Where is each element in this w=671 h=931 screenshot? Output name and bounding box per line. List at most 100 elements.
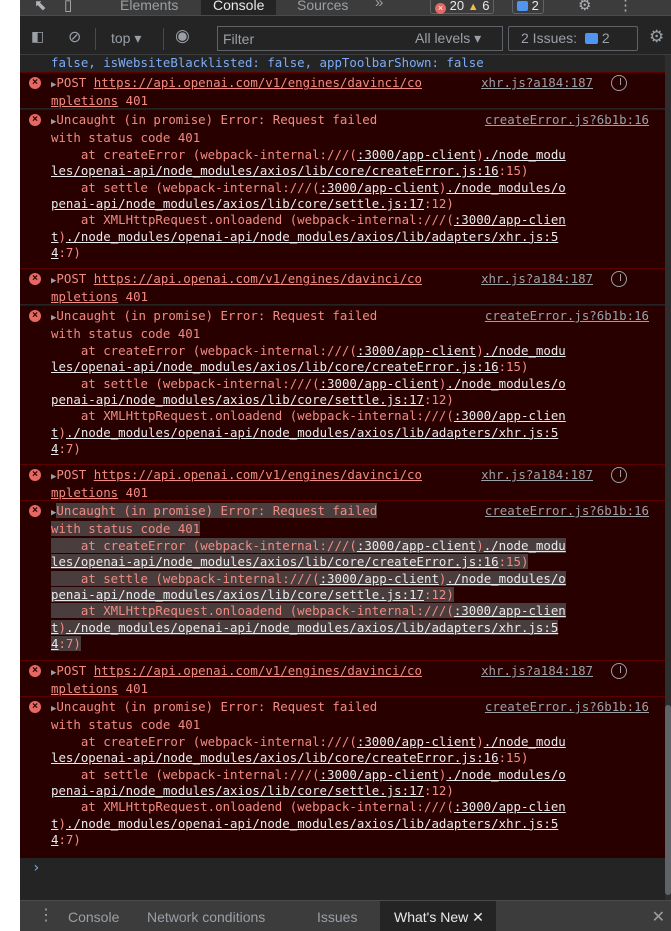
network-request-icon[interactable] <box>611 271 627 287</box>
stack-frame-path[interactable]: ./node_modules/o <box>446 376 565 391</box>
context-selector[interactable]: top ▾ <box>111 30 141 47</box>
source-link[interactable]: xhr.js?a184:187 <box>481 663 593 679</box>
source-link[interactable]: xhr.js?a184:187 <box>481 75 593 91</box>
stack-frame-host[interactable]: :3000/app-client <box>357 538 476 553</box>
source-link[interactable]: createError.js?6b1b:16 <box>485 699 649 715</box>
stack-frame-prefix: at XMLHttpRequest.onloadend (webpack-int… <box>51 603 454 619</box>
stack-frame-path[interactable]: ./node_modules/openai-api/node_modules/a… <box>66 229 558 244</box>
uncaught-error-message[interactable]: × ▶Uncaught (in promise) Error: Request f… <box>20 500 665 662</box>
close-drawer-icon[interactable]: ✕ <box>652 907 665 927</box>
stack-frame-path-cont[interactable]: les/openai-api/node_modules/axios/lib/co… <box>51 163 499 178</box>
more-tabs-icon[interactable]: » <box>375 0 383 11</box>
stack-frame-path[interactable]: ./node_modules/openai-api/node_modules/a… <box>66 816 558 831</box>
request-url-cont[interactable]: mpletions <box>51 485 118 500</box>
error-icon: × <box>29 469 41 481</box>
stack-frame-path[interactable]: ./node_modu <box>484 147 566 162</box>
stack-frame-prefix: at settle (webpack-internal:///( <box>51 570 320 586</box>
error-icon: × <box>29 701 41 713</box>
uncaught-error-message[interactable]: × ▶Uncaught (in promise) Error: Request f… <box>20 305 665 467</box>
network-error-message[interactable]: × ▶POST https://api.openai.com/v1/engines… <box>20 72 665 108</box>
error-text-cont: with status code 401 <box>51 717 201 733</box>
live-expression-eye-icon[interactable]: ◉ <box>175 26 190 46</box>
stack-frame-path[interactable]: ./node_modules/openai-api/node_modules/a… <box>66 620 558 635</box>
stack-frame-host[interactable]: :3000/app-client <box>357 147 476 162</box>
error-text-cont: with status code 401 <box>51 130 201 146</box>
stack-frame-path[interactable]: ./node_modules/o <box>446 767 565 782</box>
stack-frame-path-cont[interactable]: penai-api/node_modules/axios/lib/core/se… <box>51 587 424 602</box>
tab-elements[interactable]: Elements <box>108 0 190 15</box>
source-link[interactable]: createError.js?6b1b:16 <box>485 112 649 128</box>
stack-frame-path-cont[interactable]: les/openai-api/node_modules/axios/lib/co… <box>51 750 499 765</box>
network-error-message[interactable]: × ▶POST https://api.openai.com/v1/engines… <box>20 660 665 696</box>
request-url[interactable]: https://api.openai.com/v1/engines/davinc… <box>94 271 422 286</box>
request-url[interactable]: https://api.openai.com/v1/engines/davinc… <box>94 75 422 90</box>
inspect-element-icon[interactable]: ⬉ <box>34 0 47 14</box>
drawer-tab-whats-new[interactable]: What's New ✕ <box>380 901 496 931</box>
stack-frame-path[interactable]: ./node_modules/openai-api/node_modules/a… <box>66 425 558 440</box>
stack-frame-host[interactable]: :3000/app-clien <box>454 603 566 618</box>
error-icon: × <box>29 310 41 322</box>
stack-frame-path[interactable]: ./node_modu <box>484 734 566 749</box>
issues-button[interactable]: 2 Issues: 2 <box>508 26 638 51</box>
stack-frame-host[interactable]: :3000/app-client <box>320 180 439 195</box>
stack-frame-path[interactable]: ./node_modules/o <box>446 180 565 195</box>
error-warning-counter[interactable]: × 20 ▲ 6 <box>430 0 495 14</box>
request-url-cont[interactable]: mpletions <box>51 681 118 696</box>
stack-frame-path-cont[interactable]: penai-api/node_modules/axios/lib/core/se… <box>51 392 424 407</box>
request-url-cont[interactable]: mpletions <box>51 289 118 304</box>
console-settings-gear-icon[interactable]: ⚙ <box>649 27 664 47</box>
network-request-icon[interactable] <box>611 663 627 679</box>
stack-frame-path[interactable]: ./node_modu <box>484 343 566 358</box>
console-prompt[interactable]: › <box>32 860 40 876</box>
stack-frame-host[interactable]: :3000/app-clien <box>454 799 566 814</box>
request-url-cont[interactable]: mpletions <box>51 93 118 108</box>
stack-frame-host[interactable]: :3000/app-client <box>320 767 439 782</box>
device-toolbar-icon[interactable]: ▯ <box>64 0 72 14</box>
request-method: POST <box>56 467 87 482</box>
uncaught-error-message[interactable]: × ▶Uncaught (in promise) Error: Request f… <box>20 696 665 858</box>
log-levels-dropdown[interactable]: All levels ▾ <box>415 30 481 47</box>
stack-frame-host[interactable]: :3000/app-client <box>357 343 476 358</box>
stack-frame-path-cont[interactable]: penai-api/node_modules/axios/lib/core/se… <box>51 196 424 211</box>
close-tab-icon[interactable]: ✕ <box>472 909 484 925</box>
sidebar-toggle-icon[interactable]: ◧ <box>31 28 44 45</box>
drawer-menu-icon[interactable]: ⋮ <box>38 905 54 925</box>
settings-gear-icon[interactable]: ⚙ <box>578 0 591 14</box>
network-error-message[interactable]: × ▶POST https://api.openai.com/v1/engines… <box>20 268 665 304</box>
stack-frame-tail: :12) <box>424 587 454 603</box>
stack-frame-path-cont[interactable]: les/openai-api/node_modules/axios/lib/co… <box>51 554 499 569</box>
drawer-tab-network-conditions[interactable]: Network conditions <box>147 909 265 925</box>
stack-frame-host[interactable]: :3000/app-client <box>357 734 476 749</box>
source-link[interactable]: createError.js?6b1b:16 <box>485 308 649 324</box>
stack-frame-path[interactable]: ./node_modules/o <box>446 571 565 586</box>
tab-sources[interactable]: Sources <box>285 0 360 15</box>
source-link[interactable]: xhr.js?a184:187 <box>481 271 593 287</box>
stack-frame-host[interactable]: :3000/app-client <box>320 376 439 391</box>
request-url[interactable]: https://api.openai.com/v1/engines/davinc… <box>94 663 422 678</box>
message-count: 2 <box>531 0 539 13</box>
message-counter[interactable]: 2 <box>512 0 544 14</box>
request-url[interactable]: https://api.openai.com/v1/engines/davinc… <box>94 467 422 482</box>
kebab-menu-icon[interactable]: ⋮ <box>618 0 633 14</box>
stack-frame-path[interactable]: ./node_modu <box>484 538 566 553</box>
stack-frame-paren: ) <box>476 146 484 162</box>
network-request-icon[interactable] <box>611 467 627 483</box>
stack-frame-host[interactable]: :3000/app-client <box>320 571 439 586</box>
scrollbar-thumb[interactable] <box>665 705 671 895</box>
source-link[interactable]: xhr.js?a184:187 <box>481 467 593 483</box>
stack-frame-prefix: at settle (webpack-internal:///( <box>51 375 320 391</box>
tab-console[interactable]: Console <box>201 0 277 15</box>
network-error-message[interactable]: × ▶POST https://api.openai.com/v1/engines… <box>20 464 665 500</box>
drawer-tab-issues[interactable]: Issues <box>317 909 357 925</box>
network-request-icon[interactable] <box>611 75 627 91</box>
source-link[interactable]: createError.js?6b1b:16 <box>485 503 649 519</box>
issues-label: 2 Issues: <box>521 30 578 46</box>
console-scrollbar[interactable] <box>665 55 671 900</box>
stack-frame-path-cont[interactable]: penai-api/node_modules/axios/lib/core/se… <box>51 783 424 798</box>
uncaught-error-message[interactable]: × ▶Uncaught (in promise) Error: Request f… <box>20 109 665 271</box>
stack-frame-path-cont[interactable]: les/openai-api/node_modules/axios/lib/co… <box>51 359 499 374</box>
drawer-tab-console[interactable]: Console <box>68 909 119 925</box>
stack-frame-host[interactable]: :3000/app-clien <box>454 408 566 423</box>
clear-console-icon[interactable]: ⊘ <box>68 27 81 47</box>
stack-frame-host[interactable]: :3000/app-clien <box>454 212 566 227</box>
